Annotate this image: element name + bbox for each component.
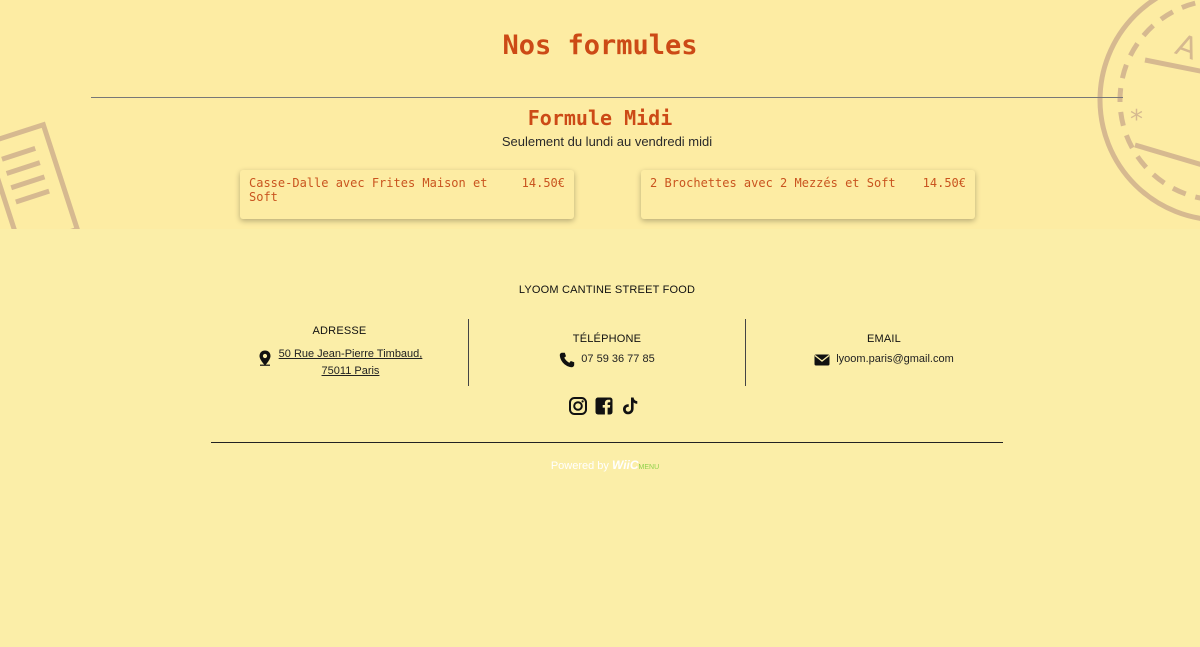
address-title: ADRESSE: [312, 325, 367, 337]
instagram-icon[interactable]: [568, 396, 588, 416]
formule-item-name: 2 Brochettes avec 2 Mezzés et Soft: [650, 176, 896, 190]
address-line-1: 50 Rue Jean-Pierre Timbaud,: [278, 348, 423, 360]
facebook-icon[interactable]: [594, 396, 614, 416]
footer-divider: [211, 442, 1003, 443]
formule-item-card[interactable]: 2 Brochettes avec 2 Mezzés et Soft 14.50…: [641, 170, 975, 219]
phone-number[interactable]: 07 59 36 77 85: [581, 351, 654, 368]
map-pin-icon: [259, 350, 271, 366]
wiic-logo-suffix: MENU: [638, 464, 660, 471]
formule-title: Formule Midi: [527, 106, 673, 130]
phone-icon: [560, 352, 575, 368]
powered-by[interactable]: Powered by WiiCMENU: [0, 458, 1200, 472]
decorative-ticket-graphic: [0, 121, 80, 229]
wiic-logo: WiiC: [611, 458, 639, 472]
email-address[interactable]: lyoom.paris@gmail.com: [836, 351, 954, 368]
divider: [91, 97, 1123, 98]
social-links: [568, 396, 640, 416]
formule-item-name: Casse-Dalle avec Frites Maison et Soft: [249, 176, 488, 204]
page-title: Nos formules: [502, 30, 698, 61]
address-line-2: 75011 Paris: [321, 365, 380, 377]
email-title: EMAIL: [866, 333, 901, 345]
footer-brand: LYOOM CANTINE STREET FOOD: [518, 284, 696, 296]
powered-by-text: Powered by: [550, 460, 609, 472]
formule-item-price: 14.50€: [521, 176, 565, 190]
formules-section: A * Nos formules Formule Midi Seulement …: [0, 0, 1200, 229]
formule-item-price: 14.50€: [922, 176, 966, 190]
envelope-icon: [814, 354, 830, 366]
address-link[interactable]: 50 Rue Jean-Pierre Timbaud, 75011 Paris: [279, 348, 423, 377]
tiktok-icon[interactable]: [620, 396, 640, 416]
formule-subtitle: Seulement du lundi au vendredi midi: [501, 134, 713, 149]
formule-item-card[interactable]: Casse-Dalle avec Frites Maison et Soft 1…: [240, 170, 574, 219]
email-column: EMAIL lyoom.paris@gmail.com: [746, 319, 1022, 386]
phone-column: TÉLÉPHONE 07 59 36 77 85: [469, 319, 745, 386]
address-column: ADRESSE 50 Rue Jean-Pierre Timbaud, 75011…: [211, 319, 468, 386]
phone-title: TÉLÉPHONE: [572, 333, 642, 345]
